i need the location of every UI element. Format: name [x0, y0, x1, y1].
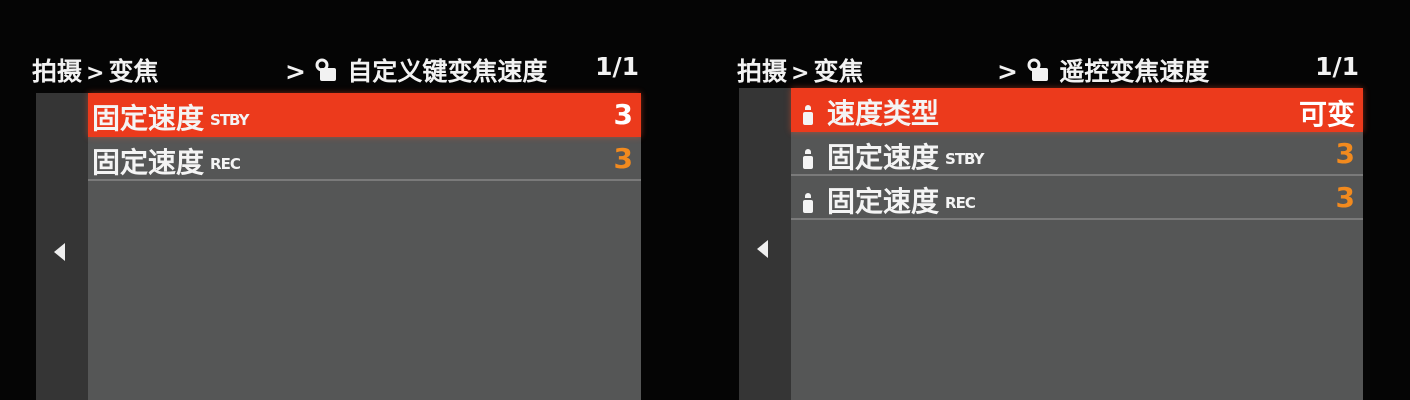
breadcrumb: 拍摄 > 变焦 — [32, 52, 158, 88]
left-arrow-icon[interactable] — [54, 243, 65, 261]
menu-item-value: 可变 — [1298, 98, 1355, 131]
menu-item-value: 3 — [613, 142, 633, 175]
breadcrumb-item: 变焦 — [108, 57, 159, 86]
menu-item-value: 3 — [1335, 181, 1355, 214]
menu-item-label: 速度类型 — [803, 92, 939, 132]
menu-item-label: 固定速度 REC — [803, 180, 976, 220]
menu-item-label: 固定速度 STBY — [803, 136, 985, 176]
breadcrumb-separator: > — [997, 57, 1027, 86]
menu-header: 拍摄 > 变焦 > 自定义键变焦速度 1/1 — [30, 48, 645, 88]
menu-item-value: 3 — [1335, 137, 1355, 170]
page-indicator: 1/1 — [595, 52, 639, 81]
lock-icon — [315, 58, 336, 81]
menu-item-speed-type[interactable]: 速度类型 可变 — [791, 88, 1363, 132]
submenu-title: > 自定义键变焦速度 — [285, 52, 547, 88]
left-menu-screen: 拍摄 > 变焦 > 自定义键变焦速度 1/1 固定速度 STBY 3 固定速度 REC … — [30, 0, 645, 400]
menu-item-value: 3 — [613, 98, 633, 131]
submenu-title-text: 自定义键变焦速度 — [347, 57, 548, 86]
right-menu-screen: 拍摄 > 变焦 > 遥控变焦速度 1/1 速度类型 可变 固定速度 STBY 3 固定… — [735, 0, 1365, 400]
back-rail[interactable] — [739, 88, 791, 400]
menu-item-fixed-speed-rec[interactable]: 固定速度 REC 3 — [88, 137, 641, 181]
menu-list: 速度类型 可变 固定速度 STBY 3 固定速度 REC 3 — [791, 88, 1363, 400]
menu-item-label: 固定速度 STBY — [92, 102, 250, 135]
menu-item-label: 固定速度 REC — [92, 146, 241, 179]
breadcrumb-separator: > — [86, 61, 105, 86]
breadcrumb-separator: > — [791, 61, 810, 86]
breadcrumb-item: 变焦 — [813, 57, 864, 86]
breadcrumb-separator: > — [285, 57, 315, 86]
breadcrumb-item: 拍摄 — [32, 57, 83, 86]
menu-item-fixed-speed-stby[interactable]: 固定速度 STBY 3 — [791, 132, 1363, 176]
rec-tag: REC — [945, 194, 976, 212]
menu-item-fixed-speed-rec[interactable]: 固定速度 REC 3 — [791, 176, 1363, 220]
submenu-title-text: 遥控变焦速度 — [1059, 57, 1210, 86]
menu-list: 固定速度 STBY 3 固定速度 REC 3 — [88, 93, 641, 400]
breadcrumb: 拍摄 > 变焦 — [737, 52, 863, 88]
menu-header: 拍摄 > 变焦 > 遥控变焦速度 1/1 — [735, 48, 1365, 88]
bulb-icon — [803, 105, 813, 125]
stby-tag: STBY — [945, 150, 985, 168]
stby-tag: STBY — [210, 111, 250, 129]
breadcrumb-item: 拍摄 — [737, 57, 788, 86]
submenu-title: > 遥控变焦速度 — [997, 52, 1209, 88]
menu-item-fixed-speed-stby[interactable]: 固定速度 STBY 3 — [88, 93, 641, 137]
page-indicator: 1/1 — [1315, 52, 1359, 81]
rec-tag: REC — [210, 155, 241, 173]
left-arrow-icon[interactable] — [757, 240, 768, 258]
back-rail[interactable] — [36, 93, 88, 400]
bulb-icon — [803, 193, 813, 213]
bulb-icon — [803, 149, 813, 169]
lock-icon — [1027, 58, 1048, 81]
